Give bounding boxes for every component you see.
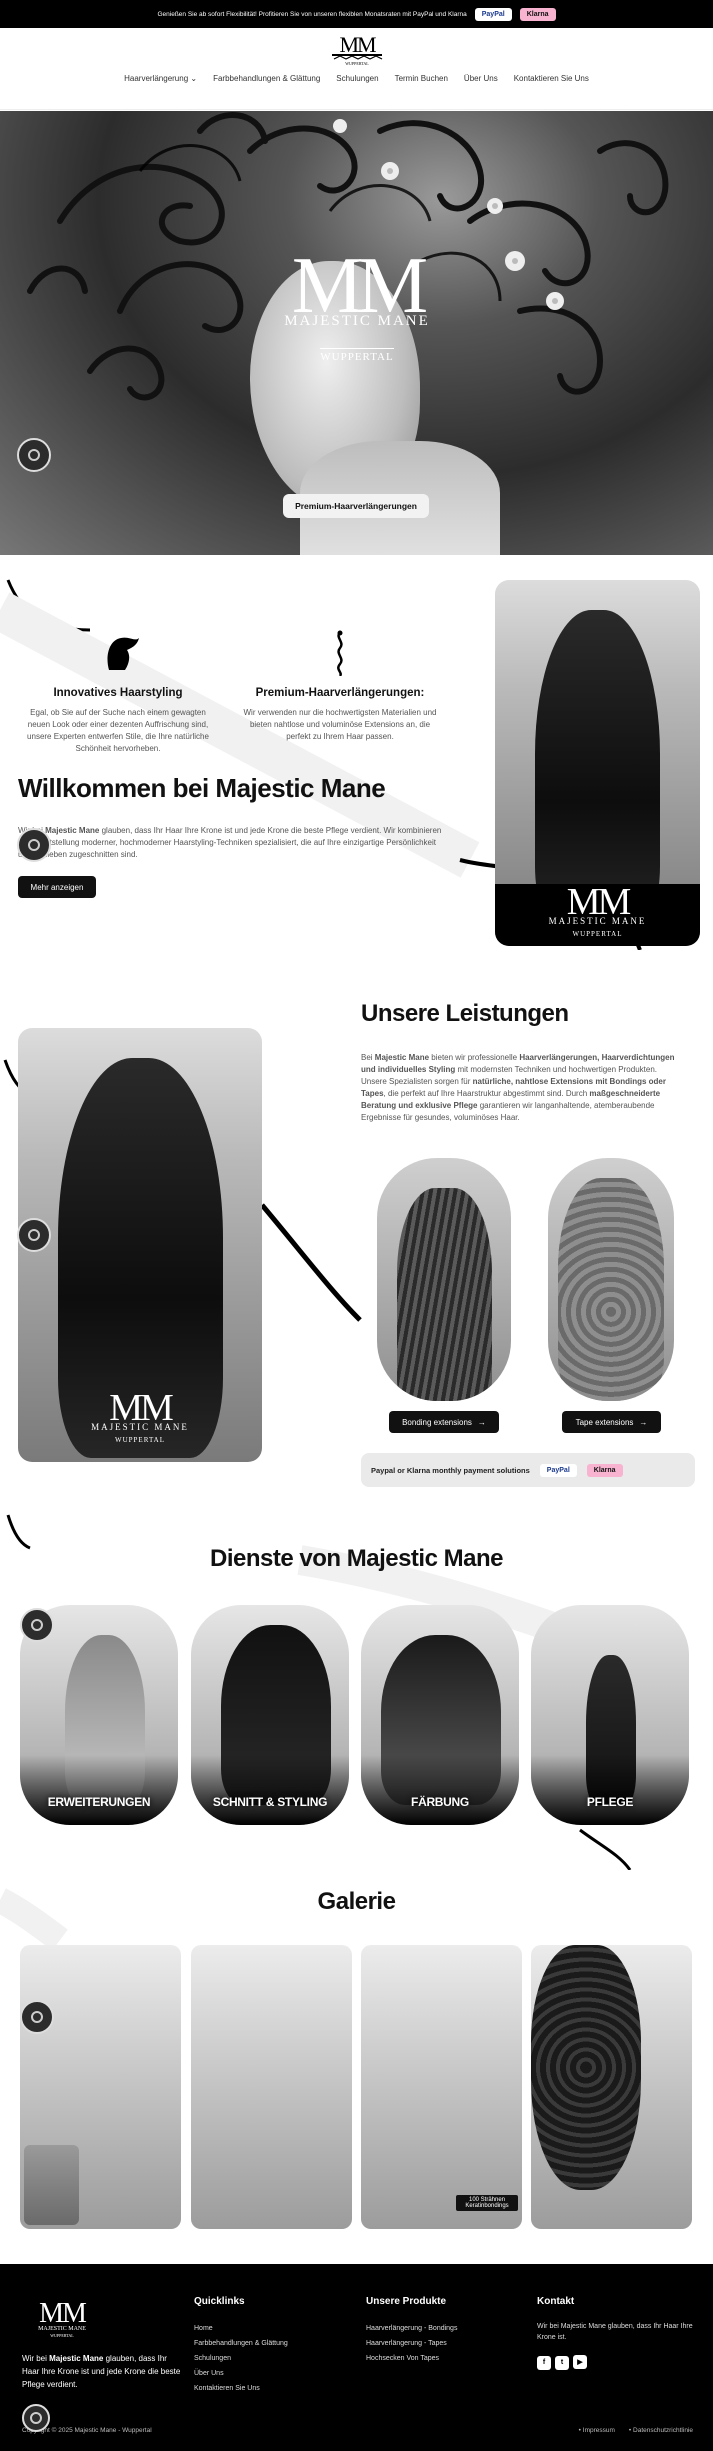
nav-item-schulungen[interactable]: Schulungen [336,74,378,83]
feature-styling: Innovatives Haarstyling Egal, ob Sie auf… [18,630,218,755]
announcement-text: Genießen Sie ab sofort Flexibilität! Pro… [157,10,467,18]
tape-extensions-photo [548,1158,674,1401]
accessibility-button[interactable] [17,828,51,862]
bonding-extensions-button[interactable]: Bonding extensions → [389,1411,499,1433]
nav-item-kontakt[interactable]: Kontaktieren Sie Uns [514,74,589,83]
hero-banner: MM MAJESTIC MANE WUPPERTAL Premium-Haarv… [0,111,713,555]
gallery-image[interactable] [531,1945,692,2229]
footer-link[interactable]: Home [194,2321,288,2336]
welcome-text: Wir bei Majestic Mane glauben, dass Ihr … [18,826,442,859]
chevron-down-icon: ⌄ [190,74,198,83]
services-title: Unsere Leistungen [361,1000,569,1027]
footer-link[interactable]: Kontaktieren Sie Uns [194,2381,288,2396]
paypal-badge: PayPal [539,1463,577,1477]
nav-item-termin-buchen[interactable]: Termin Buchen [395,74,448,83]
dienst-card-pflege[interactable]: PFLEGE [531,1605,689,1825]
accessibility-button[interactable] [22,2404,50,2432]
hair-silhouette-icon [107,637,139,670]
hair-strand-icon [337,630,343,677]
paypal-badge: PayPal [474,7,512,21]
bonding-extensions-photo [377,1158,511,1401]
announcement-bar: Genießen Sie ab sofort Flexibilität! Pro… [0,0,713,28]
footer-link[interactable]: Schulungen [194,2351,288,2366]
gallery-caption: 100 Strähnen Keratinbondings [456,2195,518,2211]
twitter-icon[interactable]: t [555,2355,569,2370]
photo-watermark-logo: MM MAJESTIC MANE WUPPERTAL [91,1387,189,1444]
footer-products: Unsere Produkte Haarverlängerung - Bondi… [366,2296,457,2366]
footer-link[interactable]: Farbbehandlungen & Glättung [194,2336,288,2351]
tape-extensions-button[interactable]: Tape extensions → [562,1411,661,1433]
payment-info-bar: Paypal or Klarna monthly payment solutio… [361,1453,695,1487]
page: Genießen Sie ab sofort Flexibilität! Pro… [0,0,713,2451]
footer-link[interactable]: Haarverlängerung - Tapes [366,2336,457,2351]
main-nav: Haarverlängerung ⌄ Farbbehandlungen & Gl… [0,74,713,83]
footer-quicklinks: Quicklinks Home Farbbehandlungen & Glätt… [194,2296,288,2396]
nav-item-farbbehandlungen[interactable]: Farbbehandlungen & Glättung [213,74,320,83]
impressum-link[interactable]: • Impressum [579,2427,615,2434]
feature-title: Premium-Haarverlängerungen: [255,687,425,699]
datenschutz-link[interactable]: • Datenschutzrichtlinie [629,2427,693,2434]
salon-photo-long-hair: MM MAJESTIC MANE WUPPERTAL [495,580,700,946]
arrow-right-icon: → [639,1417,648,1427]
klarna-badge: Klarna [519,7,556,21]
dienst-card-schnitt-styling[interactable]: SCHNITT & STYLING [191,1605,349,1825]
accessibility-button[interactable] [17,1218,51,1252]
svg-text:WUPPERTAL: WUPPERTAL [50,2333,74,2338]
nav-item-ueber-uns[interactable]: Über Uns [464,74,498,83]
accessibility-button[interactable] [17,438,51,472]
mehr-anzeigen-button[interactable]: Mehr anzeigen [18,876,96,898]
legal-links: • Impressum • Datenschutzrichtlinie [579,2427,693,2434]
photo-watermark-logo: MM MAJESTIC MANE WUPPERTAL [548,881,647,938]
hero-logo: MM MAJESTIC MANE WUPPERTAL [284,242,430,363]
youtube-icon[interactable]: ▶ [573,2355,587,2369]
svg-text:MM: MM [39,2298,87,2329]
feature-title: Innovatives Haarstyling [53,687,183,699]
footer-link[interactable]: Über Uns [194,2366,288,2381]
dienste-title: Dienste von Majestic Mane [210,1545,503,1572]
galerie-title: Galerie [317,1888,396,1915]
footer-about: Wir bei Majestic Mane glauben, dass Ihr … [22,2354,181,2389]
nav-item-haarverlaengerung[interactable]: Haarverlängerung ⌄ [124,74,197,83]
arrow-right-icon: → [477,1417,486,1427]
services-text: Bei Majestic Mane bieten wir professione… [361,1053,675,1122]
feature-text: Wir verwenden nur die hochwertigsten Mat… [243,708,437,741]
feature-text: Egal, ob Sie auf der Suche nach einem ge… [27,708,209,753]
salon-photo-back-hair: MM MAJESTIC MANE WUPPERTAL [18,1028,262,1462]
hero-cta-button[interactable]: Premium-Haarverlängerungen [283,494,429,518]
logo-monogram: MM [339,32,376,57]
dienst-card-faerbung[interactable]: FÄRBUNG [361,1605,519,1825]
footer-link[interactable]: Haarverlängerung - Bondings [366,2321,457,2336]
footer-logo[interactable]: MM MAJESTIC MANE WUPPERTAL [22,2296,102,2338]
accessibility-button[interactable] [20,1608,54,1642]
klarna-badge: Klarna [586,1463,623,1477]
svg-text:MAJESTIC MANE: MAJESTIC MANE [38,2326,86,2332]
site-footer: MM MAJESTIC MANE WUPPERTAL Wir bei Majes… [0,2264,713,2451]
site-header: MM WUPPERTAL Haarverlängerung ⌄ Farbbeha… [0,28,713,110]
gallery-image[interactable]: 100 Strähnen Keratinbondings [361,1945,522,2229]
site-logo[interactable]: MM WUPPERTAL [326,32,388,66]
footer-contact: Kontakt Wir bei Majestic Mane glauben, d… [537,2296,697,2370]
footer-link[interactable]: Hochsecken Von Tapes [366,2351,457,2366]
feature-extensions: Premium-Haarverlängerungen: Wir verwende… [240,630,440,743]
facebook-icon[interactable]: f [537,2355,551,2370]
logo-city: WUPPERTAL [345,61,369,66]
accessibility-button[interactable] [20,2000,54,2034]
welcome-title: Willkommen bei Majestic Mane [18,773,386,803]
gallery-image[interactable] [191,1945,352,2229]
gallery-image[interactable] [20,1945,181,2229]
